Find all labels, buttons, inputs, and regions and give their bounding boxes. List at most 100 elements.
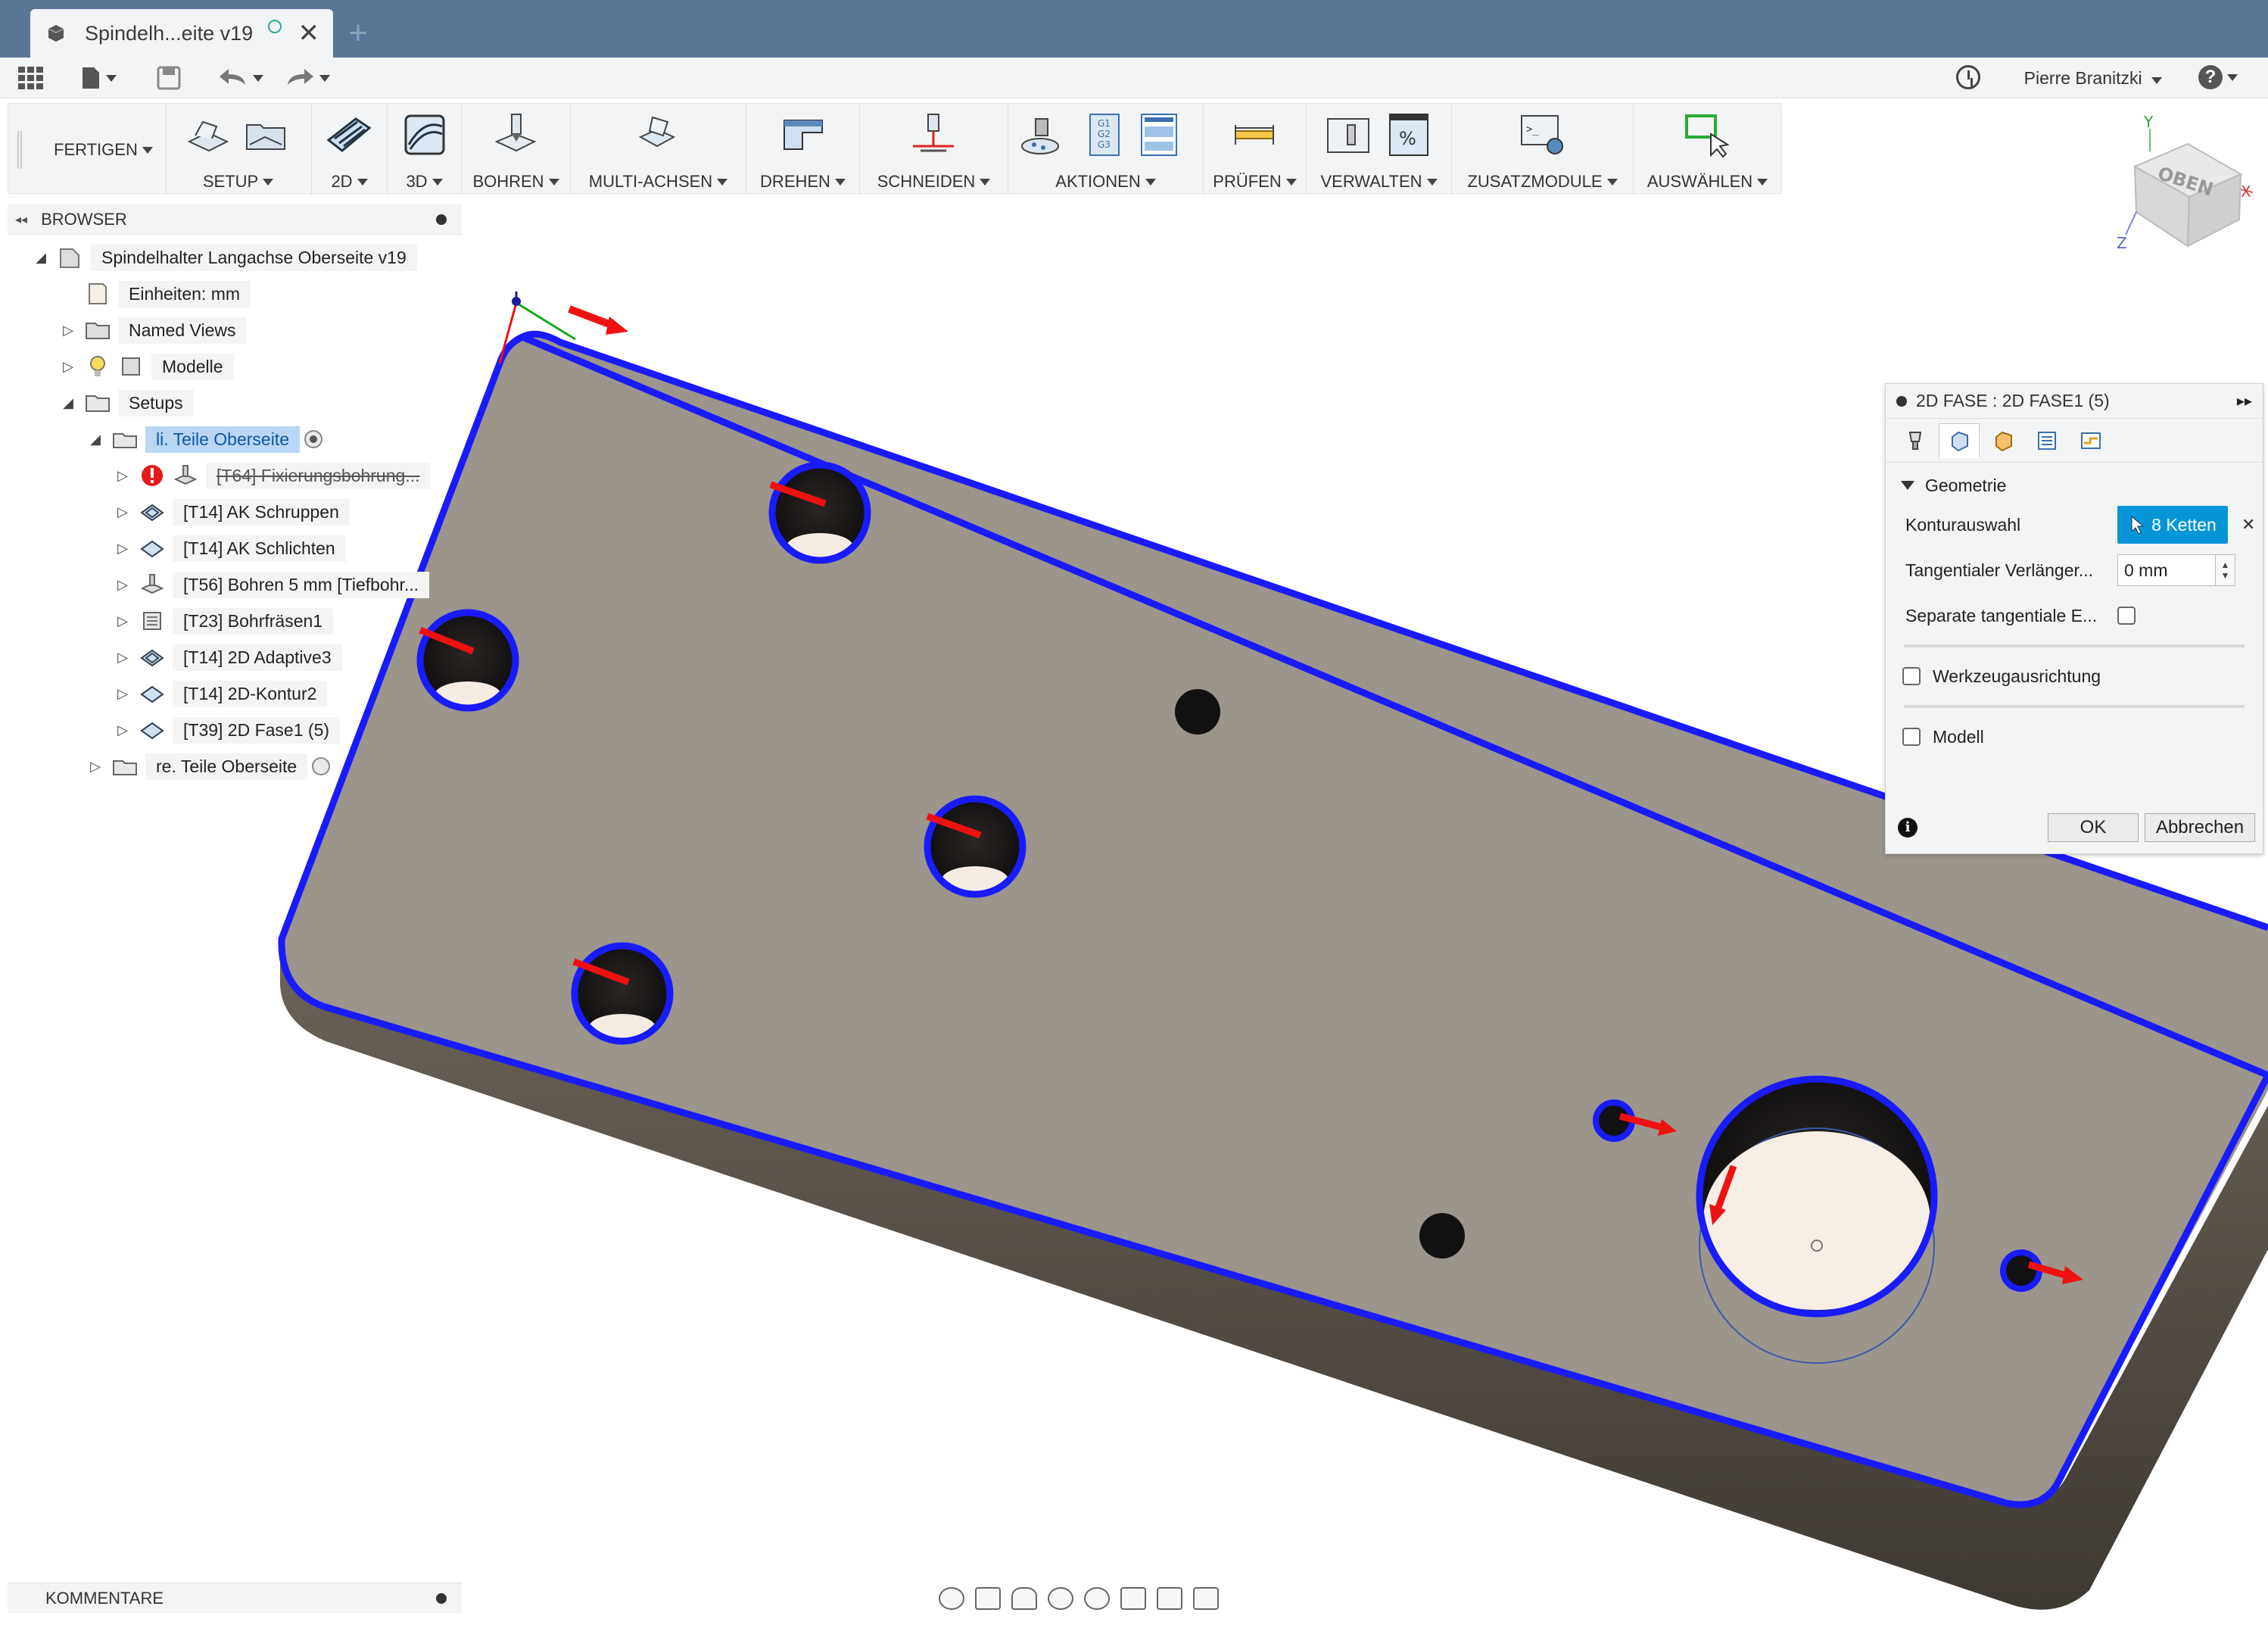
ribbon-group-multiaxis[interactable]: MULTI-ACHSEN [570,104,746,195]
document-tab[interactable]: Spindelh...eite v19 ✕ [30,9,333,58]
tree-item-units[interactable]: Einheiten: mm [59,277,251,310]
tree-item-operation[interactable]: ▷ [T14] AK Schruppen [114,495,350,529]
tree-item-operation[interactable]: ▷ [T14] 2D-Kontur2 [114,677,328,710]
display-settings-icon[interactable] [1120,1587,1146,1610]
tab-geometry[interactable] [1939,423,1980,458]
expand-triangle-icon[interactable]: ▷ [86,759,104,775]
contour-selection-button[interactable]: 8 Ketten [2117,506,2228,544]
tree-item-label: Setups [118,389,194,416]
expand-triangle-icon[interactable]: ▷ [114,504,132,520]
value-spinner[interactable]: ▲ ▼ [2216,554,2235,586]
workspace-switcher[interactable]: FERTIGEN [54,140,153,160]
expand-triangle-icon[interactable]: ▷ [59,323,77,338]
viewports-icon[interactable] [1193,1587,1219,1610]
ok-button[interactable]: OK [2048,813,2139,842]
separate-tangential-checkbox[interactable] [2117,607,2136,625]
cancel-button[interactable]: Abbrechen [2145,813,2255,842]
close-tab-icon[interactable]: ✕ [298,20,320,46]
tree-item-models[interactable]: ▷ Modelle [59,350,234,383]
app-grid-icon [18,67,43,89]
collapse-triangle-icon[interactable]: ◢ [86,432,104,448]
tree-item-document[interactable]: ◢ Spindelhalter Langachse Oberseite v19 [32,241,417,274]
collapse-triangle-icon[interactable]: ◢ [59,395,77,411]
save-button[interactable] [156,64,182,92]
expand-triangle-icon[interactable]: ▷ [114,650,132,666]
browser-panel-header[interactable]: ◂◂ BROWSER [8,204,462,235]
section-geometry-header[interactable]: Geometrie [1886,469,2263,502]
lightbulb-icon[interactable] [85,354,111,379]
expand-triangle-icon[interactable]: ▷ [59,359,77,375]
pin-icon[interactable] [436,1592,447,1604]
expand-triangle-icon[interactable]: ▷ [114,541,132,557]
chevron-down-icon [834,178,846,186]
new-tab-button[interactable]: + [339,12,377,55]
tree-item-operation-active[interactable]: ▷ [T39] 2D Fase1 (5) [114,713,341,747]
ribbon-group-cutting[interactable]: SCHNEIDEN [859,104,1008,195]
tree-item-operation[interactable]: ▷ [T64] Fixierungsbohrung... [114,459,431,492]
tool-orientation-row[interactable]: Werkzeugausrichtung [1886,653,2263,699]
browser-title: BROWSER [41,209,127,229]
tree-item-operation[interactable]: ▷ [T14] 2D Adaptive3 [114,641,342,674]
ribbon-group-addins[interactable]: >_ ZUSATZMODULE [1451,104,1633,195]
dialog-pin-icon[interactable] [1896,395,1907,407]
viewcube[interactable]: OBEN Y X Z [2104,114,2256,265]
ribbon-group-3d[interactable]: 3D [387,104,461,195]
undo-icon [220,69,245,85]
fit-zoom-icon[interactable] [1084,1587,1110,1610]
ribbon-group-manage[interactable]: % VERWALTEN [1306,104,1451,195]
quick-access-toolbar: Pierre Branitzki ? [0,58,2268,98]
tangential-extension-input[interactable]: 0 mm [2117,554,2216,586]
model-checkbox[interactable] [1902,728,1921,746]
model-row[interactable]: Modell [1886,714,2263,759]
ribbon-group-actions[interactable]: G1 G2 G3 AKTIONEN [1008,104,1203,195]
ribbon-group-turning[interactable]: DREHEN [746,104,859,195]
job-status-clock-icon[interactable] [1956,65,1980,89]
collapse-triangle-icon[interactable]: ◢ [32,250,50,266]
tree-item-operation[interactable]: ▷ [T23] Bohrfräsen1 [114,604,334,638]
ribbon-group-drilling[interactable]: BOHREN [461,104,570,195]
clear-selection-icon[interactable]: ✕ [2242,515,2255,535]
active-setup-radio[interactable] [304,430,322,448]
tab-passes[interactable] [2027,423,2067,458]
dialog-header[interactable]: 2D FASE : 2D FASE1 (5) ▸▸ [1886,384,2263,419]
info-icon[interactable]: i [1898,818,1918,837]
expand-triangle-icon[interactable]: ▷ [114,722,132,738]
tab-linking[interactable] [2070,423,2111,458]
tree-item-operation[interactable]: ▷ [T14] AK Schlichten [114,532,346,565]
tree-item-operation[interactable]: ▷ [T56] Bohren 5 mm [Tiefbohr... [114,568,430,601]
grid-settings-icon[interactable] [1157,1587,1182,1610]
zoom-icon[interactable] [1048,1587,1073,1610]
user-account-menu[interactable]: Pierre Branitzki [2024,68,2162,89]
tree-item-setup-right[interactable]: ▷ re. Teile Oberseite [86,750,331,783]
expand-triangle-icon[interactable]: ▷ [114,686,132,702]
setup-radio[interactable] [312,757,331,775]
ribbon-group-inspect[interactable]: PRÜFEN [1203,104,1306,195]
collapse-panel-icon[interactable]: ◂◂ [15,212,27,227]
ribbon-grip[interactable] [17,131,22,169]
pan-hand-icon[interactable] [1011,1587,1037,1610]
undo-button[interactable] [218,64,263,92]
redo-button[interactable] [285,64,330,92]
tab-heights[interactable] [1983,423,2023,458]
hole-1 [768,461,871,564]
pin-icon[interactable] [436,214,447,225]
orbit-icon[interactable] [939,1587,964,1610]
help-button[interactable]: ? [2198,65,2238,89]
tree-item-named-views[interactable]: ▷ Named Views [59,313,247,347]
redo-icon [288,69,313,85]
tree-item-setup-left[interactable]: ◢ li. Teile Oberseite [86,423,322,456]
tool-orientation-checkbox[interactable] [1902,667,1921,685]
ribbon-group-setup[interactable]: SETUP [166,104,310,195]
ribbon-group-select[interactable]: AUSWÄHLEN [1633,104,1781,195]
tab-tool[interactable] [1895,423,1936,458]
data-panel-button[interactable] [17,64,45,92]
expand-dialog-icon[interactable]: ▸▸ [2237,391,2252,410]
expand-triangle-icon[interactable]: ▷ [114,468,132,484]
expand-triangle-icon[interactable]: ▷ [114,577,132,593]
comments-panel-header[interactable]: KOMMENTARE [8,1583,462,1613]
expand-triangle-icon[interactable]: ▷ [114,613,132,629]
look-at-icon[interactable] [975,1587,1001,1610]
tree-item-setups[interactable]: ◢ Setups [59,386,194,420]
ribbon-group-2d[interactable]: 2D [311,104,387,195]
file-menu-button[interactable] [80,64,117,92]
